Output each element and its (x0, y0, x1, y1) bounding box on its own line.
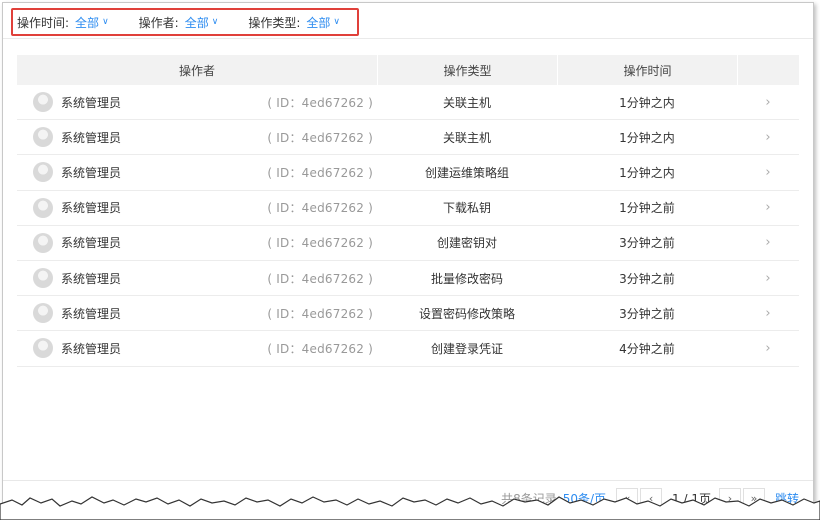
filter-label: 操作时间: (17, 15, 70, 30)
chevron-down-icon[interactable]: ∨ (333, 17, 340, 27)
cell-operation-time: 1分钟之内 (619, 165, 675, 180)
table-row[interactable]: 系统管理员 ( ID：4ed67262 ) 关联主机 1分钟之内 › (17, 120, 799, 156)
operation-log-table: 操作者 操作类型 操作时间 系统管理员 ( ID：4ed67262 ) 关联主机… (17, 55, 799, 367)
user-name: 系统管理员 (61, 271, 122, 286)
avatar (33, 268, 53, 289)
chevron-right-icon[interactable]: › (737, 261, 799, 295)
user-name: 系统管理员 (61, 236, 122, 251)
cell-operator: 系统管理员 ( ID：4ed67262 ) (17, 120, 377, 154)
cell-operation-type: 关联主机 (442, 95, 491, 110)
chevron-down-icon[interactable]: ∨ (102, 17, 109, 27)
cell-operation-time: 4分钟之前 (619, 341, 675, 356)
cell-operation-time: 3分钟之前 (619, 306, 675, 321)
chevron-right-icon[interactable]: › (737, 85, 799, 119)
chevron-right-icon[interactable]: › (737, 331, 799, 365)
user-id: ( ID：4ed67262 ) (267, 165, 373, 180)
cell-operator: 系统管理员 ( ID：4ed67262 ) (17, 296, 377, 330)
cell-operation-time: 1分钟之内 (619, 95, 675, 110)
cell-operator: 系统管理员 ( ID：4ed67262 ) (17, 226, 377, 260)
filter-value[interactable]: 全部 (75, 14, 99, 31)
chevron-right-icon[interactable]: › (737, 296, 799, 330)
cell-operation-time: 3分钟之前 (619, 236, 675, 251)
user-name: 系统管理员 (61, 130, 122, 145)
filter-value[interactable]: 全部 (306, 14, 330, 31)
cell-operation-type: 创建密钥对 (436, 236, 497, 251)
table-row[interactable]: 系统管理员 ( ID：4ed67262 ) 关联主机 1分钟之内 › (17, 85, 799, 121)
table-row[interactable]: 系统管理员 ( ID：4ed67262 ) 创建登录凭证 4分钟之前 › (17, 331, 799, 367)
avatar (33, 162, 53, 183)
cell-operator: 系统管理员 ( ID：4ed67262 ) (17, 191, 377, 225)
avatar (33, 127, 53, 148)
divider (3, 38, 813, 39)
filter-operator[interactable]: 操作者: 全部 ∨ (139, 14, 219, 31)
avatar (33, 232, 53, 253)
table-header: 操作者 操作类型 操作时间 (17, 55, 799, 85)
filter-value[interactable]: 全部 (185, 14, 209, 31)
operation-log-panel: 操作时间: 全部 ∨ 操作者: 全部 ∨ 操作类型: 全部 ∨ 操作者 操作类型… (2, 2, 814, 516)
user-id: ( ID：4ed67262 ) (267, 95, 373, 110)
cell-operation-time: 1分钟之内 (619, 130, 675, 145)
user-id: ( ID：4ed67262 ) (267, 130, 373, 145)
avatar (33, 338, 53, 359)
user-id: ( ID：4ed67262 ) (267, 341, 373, 356)
chevron-right-icon[interactable]: › (737, 120, 799, 154)
table-row[interactable]: 系统管理员 ( ID：4ed67262 ) 创建运维策略组 1分钟之内 › (17, 155, 799, 191)
user-id: ( ID：4ed67262 ) (267, 201, 373, 216)
filter-operation-time[interactable]: 操作时间: 全部 ∨ (17, 14, 109, 31)
table-row[interactable]: 系统管理员 ( ID：4ed67262 ) 批量修改密码 3分钟之前 › (17, 261, 799, 297)
user-name: 系统管理员 (61, 306, 122, 321)
cell-operator: 系统管理员 ( ID：4ed67262 ) (17, 85, 377, 119)
user-name: 系统管理员 (61, 165, 122, 180)
user-name: 系统管理员 (61, 95, 122, 110)
filter-bar: 操作时间: 全部 ∨ 操作者: 全部 ∨ 操作类型: 全部 ∨ (11, 8, 359, 36)
cell-operation-type: 创建登录凭证 (430, 341, 503, 356)
filter-operation-type[interactable]: 操作类型: 全部 ∨ (248, 14, 340, 31)
chevron-right-icon[interactable]: › (737, 155, 799, 189)
user-id: ( ID：4ed67262 ) (267, 306, 373, 321)
table-row[interactable]: 系统管理员 ( ID：4ed67262 ) 下载私钥 1分钟之前 › (17, 191, 799, 226)
table-row[interactable]: 系统管理员 ( ID：4ed67262 ) 设置密码修改策略 3分钟之前 › (17, 296, 799, 332)
header-action (737, 55, 799, 85)
user-name: 系统管理员 (61, 341, 122, 356)
chevron-right-icon[interactable]: › (737, 226, 799, 260)
avatar (33, 303, 53, 324)
cell-operation-time: 1分钟之前 (619, 201, 675, 216)
user-id: ( ID：4ed67262 ) (267, 236, 373, 251)
torn-edge-decoration (0, 496, 820, 520)
cell-operation-type: 关联主机 (442, 130, 491, 145)
cell-operation-type: 创建运维策略组 (424, 165, 509, 180)
filter-label: 操作者: (138, 15, 179, 30)
cell-operation-time: 3分钟之前 (619, 271, 675, 286)
chevron-down-icon[interactable]: ∨ (212, 17, 219, 27)
cell-operation-type: 设置密码修改策略 (418, 306, 515, 321)
header-operator: 操作者 (178, 63, 215, 78)
avatar (33, 92, 53, 113)
table-row[interactable]: 系统管理员 ( ID：4ed67262 ) 创建密钥对 3分钟之前 › (17, 226, 799, 261)
cell-operator: 系统管理员 ( ID：4ed67262 ) (17, 331, 377, 365)
header-operation-type: 操作类型 (377, 55, 557, 85)
cell-operator: 系统管理员 ( ID：4ed67262 ) (17, 155, 377, 189)
cell-operation-type: 下载私钥 (442, 201, 491, 216)
cell-operator: 系统管理员 ( ID：4ed67262 ) (17, 261, 377, 295)
cell-operation-type: 批量修改密码 (430, 271, 503, 286)
avatar (33, 197, 53, 218)
user-name: 系统管理员 (61, 201, 122, 216)
user-id: ( ID：4ed67262 ) (267, 271, 373, 286)
filter-label: 操作类型: (248, 15, 301, 30)
chevron-right-icon[interactable]: › (737, 191, 799, 225)
header-operation-time: 操作时间 (557, 55, 737, 85)
divider (3, 480, 813, 481)
